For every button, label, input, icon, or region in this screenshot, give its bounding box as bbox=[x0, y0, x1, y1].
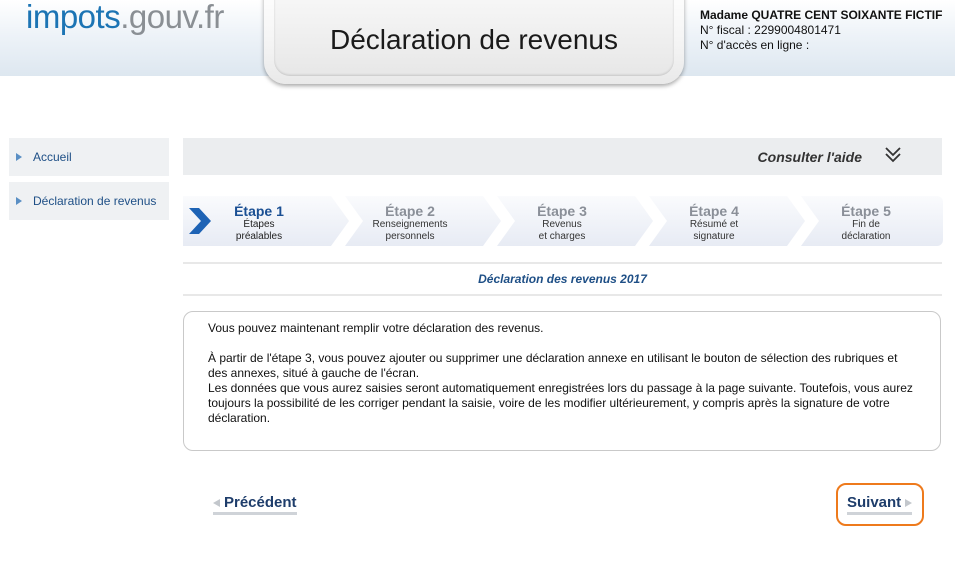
next-button[interactable]: Suivant bbox=[847, 494, 913, 515]
info-panel: Vous pouvez maintenant remplir votre déc… bbox=[183, 311, 941, 451]
fiscal-number: N° fiscal : 2299004801471 bbox=[700, 23, 841, 37]
double-chevron-down-icon[interactable] bbox=[884, 146, 902, 164]
previous-button-label: Précédent bbox=[224, 494, 297, 511]
declaration-year-title: Déclaration des revenus 2017 bbox=[183, 262, 942, 296]
info-paragraph-3: Les données que vous aurez saisies seron… bbox=[208, 381, 913, 425]
step-3: Étape 3 Revenus et charges bbox=[512, 196, 612, 246]
step-separator-arrow bbox=[635, 196, 667, 246]
step-separator-arrow bbox=[331, 196, 363, 246]
user-info: Madame QUATRE CENT SOIXANTE FICTIF N° fi… bbox=[700, 8, 942, 53]
online-access-number: N° d'accès en ligne : bbox=[700, 38, 810, 52]
triangle-right-icon bbox=[905, 499, 913, 508]
sidebar-item-declaration[interactable]: Déclaration de revenus bbox=[9, 182, 169, 220]
step-title: Étape 2 bbox=[385, 203, 435, 219]
step-2: Étape 2 Renseignements personnels bbox=[360, 196, 460, 246]
step-separator-arrow bbox=[483, 196, 515, 246]
previous-button[interactable]: Précédent bbox=[213, 494, 297, 515]
step-title: Étape 3 bbox=[537, 203, 587, 219]
step-5: Étape 5 Fin de déclaration bbox=[816, 196, 916, 246]
info-paragraph-1: Vous pouvez maintenant remplir votre déc… bbox=[208, 321, 544, 335]
help-link[interactable]: Consulter l'aide bbox=[758, 149, 862, 165]
step-subtitle-line1: Fin de bbox=[852, 219, 880, 230]
step-progress: Étape 1 Étapes préalables Étape 2 Rensei… bbox=[183, 196, 943, 246]
step-title: Étape 1 bbox=[234, 203, 284, 219]
step-title: Étape 5 bbox=[841, 203, 891, 219]
logo-part-domain: .gouv.fr bbox=[120, 0, 224, 35]
page-title: Déclaration de revenus bbox=[330, 24, 618, 55]
user-name: Madame QUATRE CENT SOIXANTE FICTIF bbox=[700, 8, 943, 22]
logo-part-impots: impots bbox=[26, 0, 121, 35]
sidebar: Accueil Déclaration de revenus bbox=[9, 138, 169, 226]
active-step-chevron-icon bbox=[189, 208, 211, 234]
step-subtitle-line2: signature bbox=[693, 231, 735, 242]
step-subtitle-line2: préalables bbox=[235, 231, 283, 242]
step-subtitle-line2: personnels bbox=[385, 231, 435, 242]
triangle-left-icon bbox=[213, 499, 220, 508]
step-subtitle-line1: Revenus bbox=[542, 219, 582, 230]
help-bar: Consulter l'aide bbox=[183, 138, 942, 175]
step-separator-arrow bbox=[787, 196, 819, 246]
page-title-tab: Déclaration de revenus bbox=[264, 0, 684, 84]
step-title: Étape 4 bbox=[689, 203, 739, 219]
step-subtitle-line1: Étapes bbox=[243, 219, 275, 230]
sidebar-item-label: Déclaration de revenus bbox=[33, 194, 157, 208]
step-subtitle-line2: et charges bbox=[538, 231, 586, 242]
next-button-label: Suivant bbox=[847, 494, 902, 511]
sidebar-item-label: Accueil bbox=[33, 150, 72, 164]
sidebar-item-accueil[interactable]: Accueil bbox=[9, 138, 169, 176]
info-paragraph-2: À partir de l'étape 3, vous pouvez ajout… bbox=[208, 351, 898, 380]
site-logo[interactable]: impots.gouv.fr bbox=[26, 0, 224, 36]
step-subtitle-line1: Renseignements bbox=[372, 219, 448, 230]
step-4: Étape 4 Résumé et signature bbox=[664, 196, 764, 246]
step-1: Étape 1 Étapes préalables bbox=[219, 196, 299, 246]
step-subtitle-line2: déclaration bbox=[841, 231, 891, 242]
triangle-right-icon bbox=[16, 197, 22, 205]
triangle-right-icon bbox=[16, 153, 22, 161]
step-subtitle-line1: Résumé et bbox=[689, 219, 739, 230]
